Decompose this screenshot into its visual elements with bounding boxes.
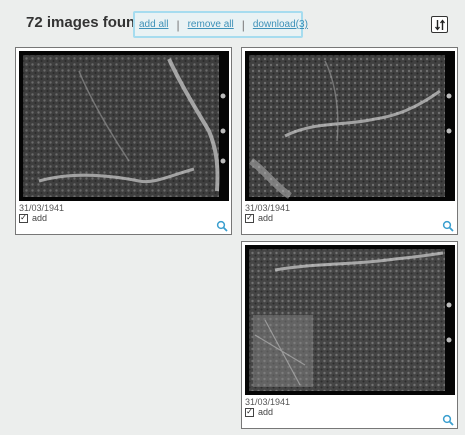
add-checkbox[interactable]: ✓ add xyxy=(245,213,273,223)
checkbox-checked-icon: ✓ xyxy=(245,213,254,223)
add-all-link[interactable]: add all xyxy=(139,19,168,30)
checkbox-checked-icon: ✓ xyxy=(245,407,254,417)
aerial-photo-thumbnail[interactable] xyxy=(19,51,229,201)
add-label: add xyxy=(258,407,274,417)
photo-date: 31/03/1941 xyxy=(19,203,65,213)
add-label: add xyxy=(258,213,274,223)
aerial-photo xyxy=(249,249,452,391)
result-card: 31/03/1941 ✓ add xyxy=(241,241,458,429)
result-card: 31/03/1941 ✓ add xyxy=(241,47,458,235)
add-label: add xyxy=(32,213,48,223)
aerial-photo xyxy=(23,55,226,197)
sort-order-icon xyxy=(434,18,445,31)
zoom-icon[interactable] xyxy=(442,414,454,426)
remove-all-link[interactable]: remove all xyxy=(188,19,234,30)
checkbox-checked-icon: ✓ xyxy=(19,213,28,223)
separator: | xyxy=(176,17,180,32)
sort-button[interactable] xyxy=(431,16,448,33)
zoom-icon[interactable] xyxy=(216,220,228,232)
photo-date: 31/03/1941 xyxy=(245,203,291,213)
results-page: 72 images found add all | remove all | d… xyxy=(0,0,465,435)
aerial-photo-thumbnail[interactable] xyxy=(245,51,455,201)
result-card: 31/03/1941 ✓ add xyxy=(15,47,232,235)
photo-date: 31/03/1941 xyxy=(245,397,291,407)
aerial-photo-thumbnail[interactable] xyxy=(245,245,455,395)
bulk-actions-bar: add all | remove all | download(3) xyxy=(133,11,308,38)
separator: | xyxy=(241,17,245,32)
results-count: 72 images found xyxy=(26,14,145,31)
aerial-photo xyxy=(248,55,452,199)
add-checkbox[interactable]: ✓ add xyxy=(245,407,273,417)
add-checkbox[interactable]: ✓ add xyxy=(19,213,47,223)
download-link[interactable]: download(3) xyxy=(253,19,308,30)
zoom-icon[interactable] xyxy=(442,220,454,232)
